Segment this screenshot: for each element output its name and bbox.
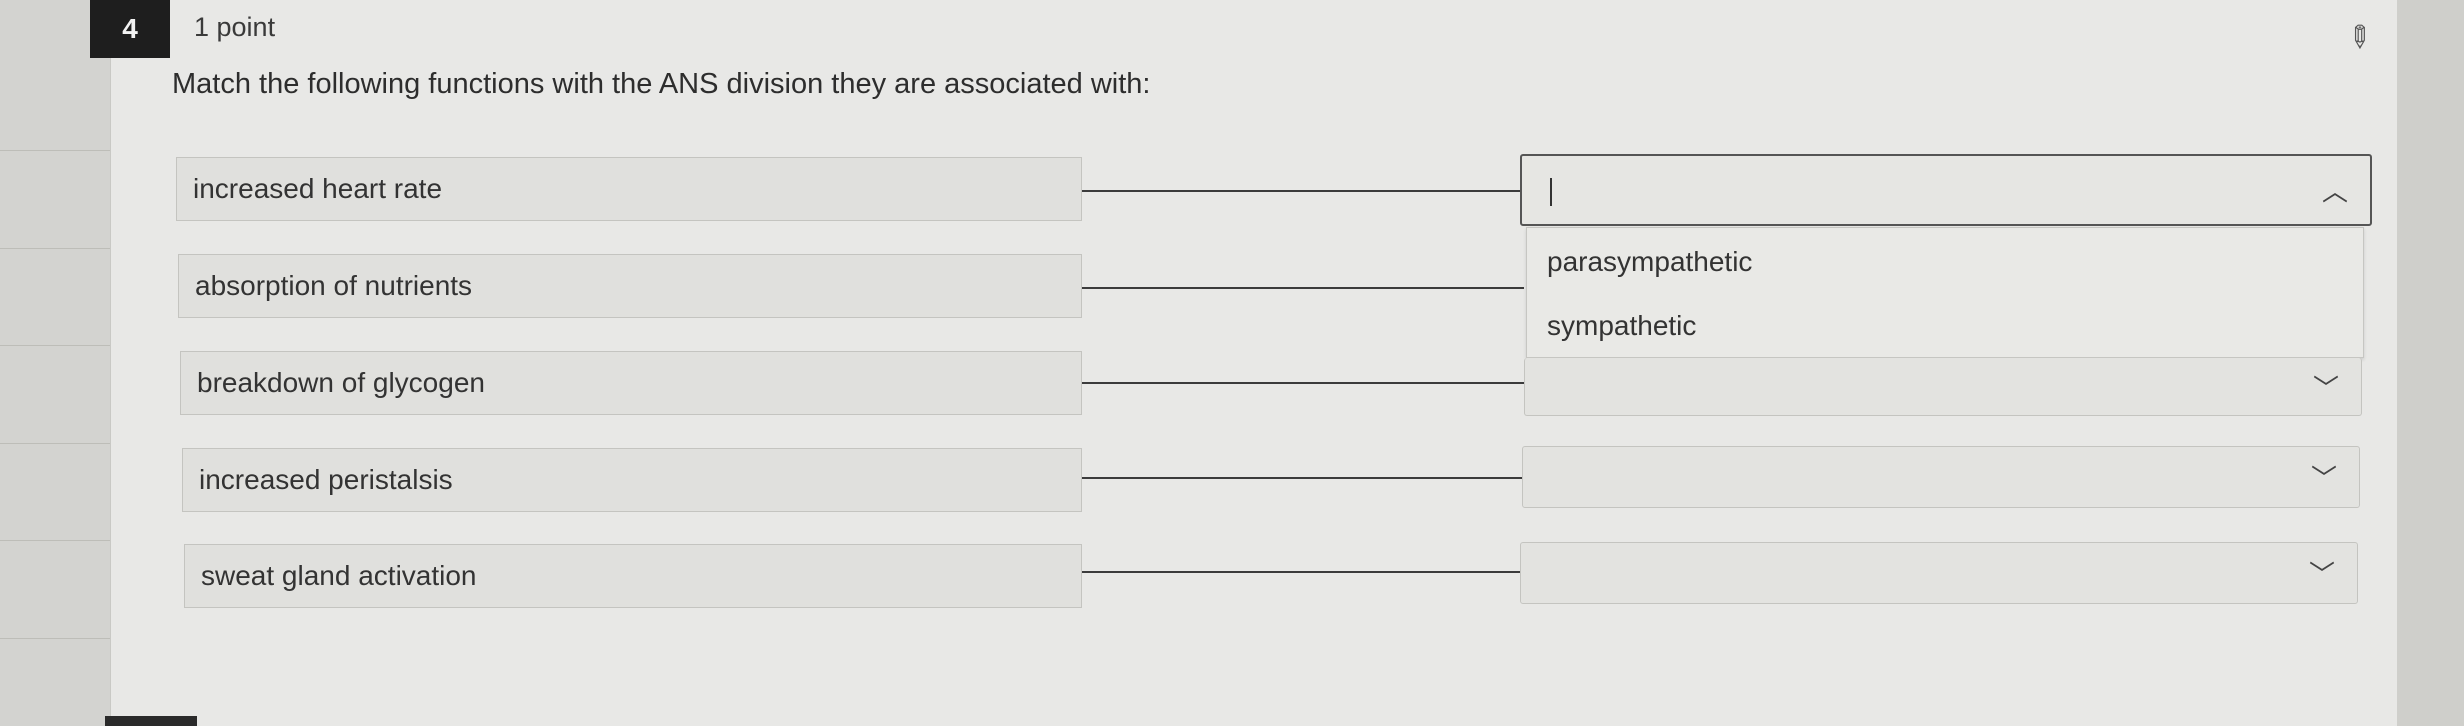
match-select[interactable]: ﹀ [1520, 542, 2358, 604]
bottom-tab [105, 716, 197, 726]
options-dropdown: parasympathetic sympathetic [1526, 227, 2364, 358]
match-term: increased peristalsis [182, 448, 1082, 512]
match-select[interactable]: ﹀ [1524, 358, 2362, 416]
match-select[interactable]: ﹀ [1522, 446, 2360, 508]
match-select[interactable]: ︿ [1520, 154, 2372, 226]
match-connector [1082, 571, 1524, 573]
match-term: breakdown of glycogen [180, 351, 1082, 415]
option-parasympathetic[interactable]: parasympathetic [1547, 246, 1752, 278]
chevron-up-icon: ︿ [2321, 176, 2348, 207]
question-number: 4 [90, 0, 170, 58]
match-term: sweat gland activation [184, 544, 1082, 608]
chevron-down-icon: ﹀ [2308, 559, 2335, 590]
question-prompt: Match the following functions with the A… [172, 68, 1151, 100]
match-term: increased heart rate [176, 157, 1082, 221]
match-connector [1082, 477, 1524, 479]
match-term: absorption of nutrients [178, 254, 1082, 318]
left-margin [0, 0, 110, 726]
chevron-down-icon: ﹀ [2312, 373, 2339, 403]
match-connector [1082, 287, 1524, 289]
match-connector [1082, 190, 1524, 192]
question-points: 1 point [194, 12, 276, 42]
right-margin [2397, 0, 2464, 726]
chevron-down-icon: ﹀ [2310, 463, 2337, 494]
match-connector [1082, 382, 1524, 384]
text-caret [1550, 178, 1552, 206]
option-sympathetic[interactable]: sympathetic [1547, 310, 1696, 342]
